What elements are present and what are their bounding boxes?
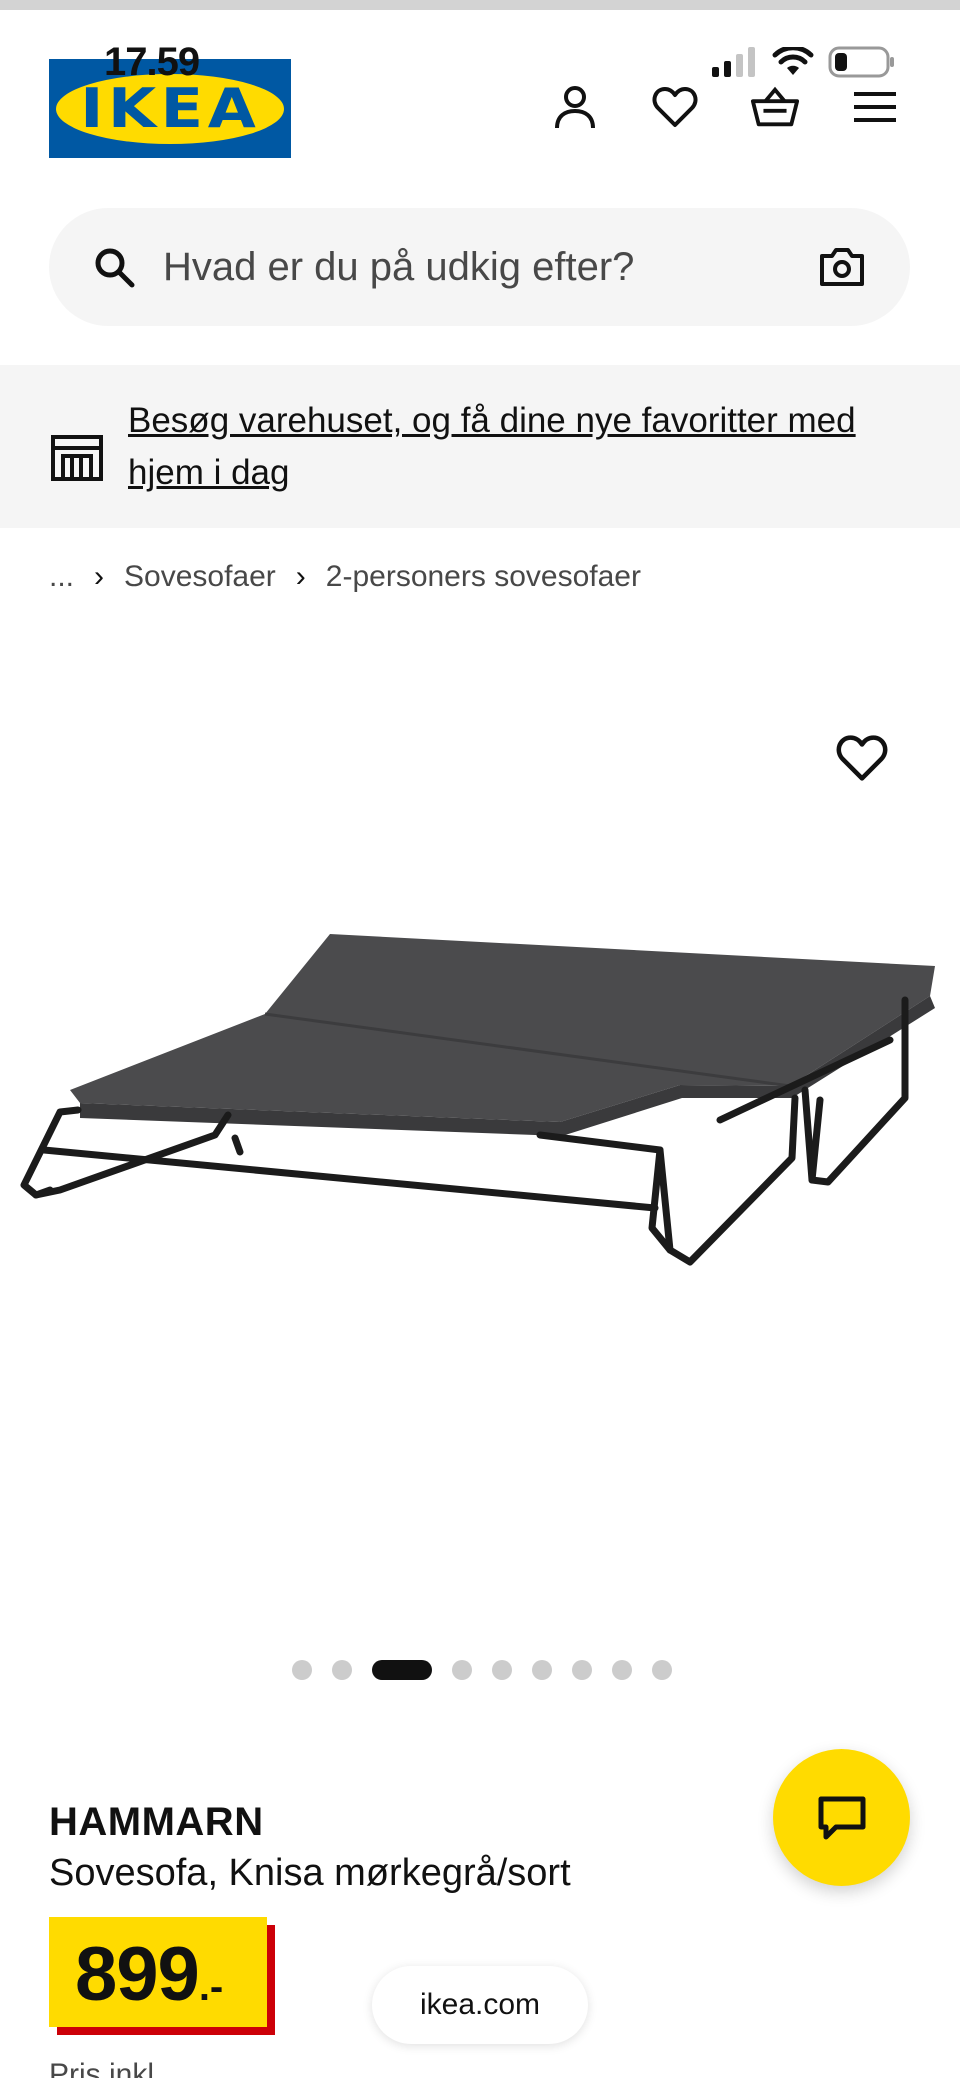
price-value: 899 (75, 1932, 200, 2017)
price-tag: 899 .- (49, 1917, 267, 2027)
camera-icon[interactable] (818, 247, 866, 287)
breadcrumb-ellipsis[interactable]: ... (49, 560, 74, 594)
store-icon (51, 435, 103, 481)
battery-icon (828, 46, 894, 78)
add-to-favourites-icon[interactable] (836, 732, 888, 784)
store-visit-link[interactable]: Besøg varehuset, og få dine nye favoritt… (128, 395, 908, 528)
browser-top-strip (0, 0, 960, 10)
chat-button[interactable] (773, 1749, 910, 1886)
price-suffix: .- (198, 1965, 224, 2009)
gallery-dot[interactable] (452, 1660, 472, 1680)
basket-icon[interactable] (750, 82, 800, 132)
gallery-dot[interactable] (332, 1660, 352, 1680)
store-banner: Besøg varehuset, og få dine nye favoritt… (0, 365, 960, 528)
gallery-dot[interactable] (532, 1660, 552, 1680)
gallery-dot-active[interactable] (372, 1660, 432, 1680)
product-description: Sovesofa, Knisa mørkegrå/sort (49, 1852, 571, 1894)
gallery-dot[interactable] (612, 1660, 632, 1680)
price-note: Pris inkl (49, 2058, 155, 2078)
account-icon[interactable] (550, 82, 600, 132)
product-image[interactable] (0, 890, 960, 1370)
gallery-dot[interactable] (652, 1660, 672, 1680)
wifi-icon (772, 47, 814, 75)
search-input[interactable]: Hvad er du på udkig efter? (163, 245, 818, 290)
header-actions (550, 82, 900, 132)
search-bar[interactable]: Hvad er du på udkig efter? (49, 208, 910, 326)
gallery-pagination (292, 1660, 672, 1680)
gallery-dot[interactable] (572, 1660, 592, 1680)
logo-text: IKEA (79, 77, 261, 140)
product-name: HAMMARN (49, 1800, 264, 1844)
breadcrumb-item-sovesofaer[interactable]: Sovesofaer (124, 560, 276, 594)
status-icons (710, 46, 896, 78)
gallery-dot[interactable] (292, 1660, 312, 1680)
browser-url-pill[interactable]: ikea.com (372, 1966, 588, 2044)
chevron-right-icon: › (295, 560, 306, 593)
menu-icon[interactable] (850, 82, 900, 132)
signal-icon (712, 47, 755, 77)
heart-icon[interactable] (650, 82, 700, 132)
breadcrumb-item-2-personers[interactable]: 2-personers sovesofaer (326, 560, 641, 594)
breadcrumb: ... › Sovesofaer › 2-personers sovesofae… (49, 560, 641, 594)
chat-icon (818, 1796, 865, 1839)
gallery-dot[interactable] (492, 1660, 512, 1680)
chevron-right-icon: › (94, 560, 105, 593)
search-icon (95, 248, 135, 288)
status-time: 17.59 (104, 40, 200, 84)
